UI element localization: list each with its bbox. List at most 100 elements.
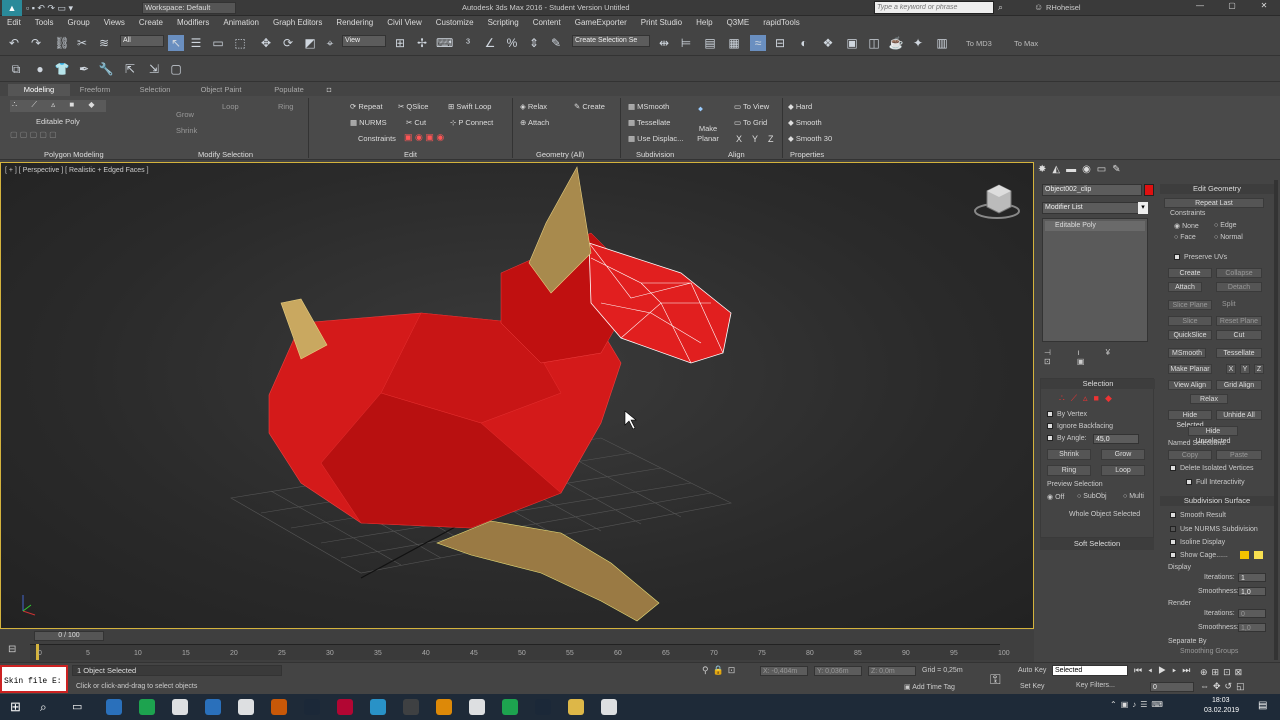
menu-edit[interactable]: Edit	[0, 16, 28, 30]
constraint-face-radio[interactable]: ○ Face	[1174, 234, 1196, 241]
to-md3-button[interactable]: To MD3	[966, 39, 992, 48]
cut-button[interactable]: ✂ Cut	[406, 118, 426, 127]
taskbar-app-icon[interactable]	[304, 699, 320, 715]
create-button[interactable]: Create	[1168, 268, 1212, 278]
smooth-result-checkbox[interactable]	[1170, 512, 1176, 518]
shrink-button[interactable]: Shrink	[1047, 449, 1091, 460]
schematic-view-icon[interactable]: ⊟	[772, 35, 788, 51]
activeshade-icon[interactable]: ✦	[910, 35, 926, 51]
make-planar-z-button[interactable]: Z	[1254, 364, 1264, 374]
make-planar-label[interactable]: Make Planar	[696, 124, 720, 144]
menu-help[interactable]: Help	[689, 16, 719, 30]
subobject-buttons[interactable]: ∴ ⟋ ▵ ■ ◆	[10, 100, 106, 112]
user-name[interactable]: RHoheisel	[1046, 3, 1081, 12]
snaps-toggle-icon[interactable]: ³	[460, 35, 476, 51]
named-selection-dropdown[interactable]: Create Selection Se	[572, 35, 650, 47]
edit-geometry-title[interactable]: Edit Geometry	[1160, 184, 1274, 194]
bind-spacewarp-icon[interactable]: ≋	[96, 35, 112, 51]
select-by-name-icon[interactable]: ☰	[188, 35, 204, 51]
angle-snap-icon[interactable]: ∠	[482, 35, 498, 51]
taskbar-app-icon[interactable]	[139, 699, 155, 715]
taskbar-app-icon[interactable]	[403, 699, 419, 715]
menu-modifiers[interactable]: Modifiers	[170, 16, 216, 30]
attach-button[interactable]: ⊕ Attach	[520, 118, 549, 127]
use-nurms-checkbox[interactable]	[1170, 526, 1176, 532]
menu-views[interactable]: Views	[97, 16, 132, 30]
menu-scripting[interactable]: Scripting	[481, 16, 526, 30]
footer-geometry-all[interactable]: Geometry (All)	[536, 150, 584, 159]
grow-button[interactable]: Grow	[1101, 449, 1145, 460]
modifier-stack[interactable]: Editable Poly	[1042, 218, 1148, 342]
relax-button[interactable]: ◈ Relax	[520, 102, 547, 111]
taskbar-app-icon[interactable]	[436, 699, 452, 715]
constraint-normal-radio[interactable]: ○ Normal	[1214, 234, 1243, 241]
footer-properties[interactable]: Properties	[790, 150, 824, 159]
attach-button[interactable]: Attach	[1168, 282, 1202, 292]
notifications-icon[interactable]: ▤	[1258, 700, 1267, 711]
render-production-icon[interactable]: ◫	[866, 35, 882, 51]
isoline-display-checkbox[interactable]	[1170, 539, 1176, 545]
preview-multi-radio[interactable]: ○ Multi	[1123, 493, 1144, 500]
layer-explorer-icon[interactable]: ▤	[702, 35, 718, 51]
tessellate-button[interactable]: ▦ Tessellate	[628, 118, 670, 127]
z-coordinate-field[interactable]: Z: 0,0m	[868, 666, 916, 676]
menu-create[interactable]: Create	[132, 16, 170, 30]
search-input[interactable]	[874, 1, 994, 14]
tab-modeling[interactable]: Modeling	[8, 84, 70, 96]
modifier-list-dropdown[interactable]: Modifier List	[1042, 202, 1146, 214]
to-grid-button[interactable]: ▭ To Grid	[734, 118, 767, 127]
align-icon[interactable]: ⊨	[678, 35, 694, 51]
key-mode-dropdown[interactable]: Selected	[1052, 665, 1128, 676]
hard-button[interactable]: ◆ Hard	[788, 102, 812, 111]
preview-subobj-radio[interactable]: ○ SubObj	[1077, 493, 1107, 500]
reset-plane-button[interactable]: Reset Plane	[1216, 316, 1262, 326]
search-icon[interactable]: ⌕	[998, 2, 1010, 14]
taskbar-app-icon[interactable]	[370, 699, 386, 715]
viewcube-icon[interactable]	[974, 184, 1020, 219]
pivot-center-icon[interactable]: ⊞	[392, 35, 408, 51]
subobject-level-icons[interactable]: ∴⟋▵■◆	[1059, 393, 1139, 405]
footer-edit[interactable]: Edit	[404, 150, 417, 159]
constraint-icons[interactable]: ▣ ◉ ▣ ◉	[404, 132, 474, 144]
by-angle-checkbox[interactable]	[1047, 435, 1053, 441]
maxscript-listener[interactable]: Skin file E:	[0, 665, 68, 693]
viewport-scene[interactable]	[1, 163, 1034, 629]
import-icon[interactable]: ⇲	[146, 61, 162, 77]
split-label[interactable]: Split	[1222, 301, 1236, 308]
wrench-icon[interactable]: 🔧	[98, 61, 114, 77]
menu-content[interactable]: Content	[526, 16, 568, 30]
ignore-backfacing-checkbox[interactable]	[1047, 423, 1053, 429]
hide-selected-button[interactable]: Hide Selected	[1168, 410, 1212, 429]
command-panel-tabs[interactable]: ✸◭▬◉▭✎	[1038, 164, 1156, 180]
move-icon[interactable]: ✥	[258, 35, 274, 51]
create-button[interactable]: ✎ Create	[574, 102, 605, 111]
paste-button[interactable]: Paste	[1216, 450, 1262, 460]
maximize-icon[interactable]: ▢	[1218, 1, 1246, 15]
object-color-swatch[interactable]	[1144, 184, 1154, 196]
show-cage-checkbox[interactable]	[1170, 552, 1176, 558]
copy-button[interactable]: Copy	[1168, 450, 1212, 460]
unlink-icon[interactable]: ✂	[74, 35, 90, 51]
view-align-button[interactable]: View Align	[1168, 380, 1212, 390]
msmooth-button[interactable]: ▦ MSmooth	[628, 102, 669, 111]
modifier-list-chevron-down-icon[interactable]: ▾	[1138, 202, 1148, 214]
task-view-icon[interactable]: ▭	[72, 699, 88, 715]
clock-time[interactable]: 18:03	[1212, 697, 1230, 704]
x-coordinate-field[interactable]: X: -0,404m	[760, 666, 808, 676]
relax-button[interactable]: Relax	[1190, 394, 1228, 404]
taskbar-app-icon[interactable]	[469, 699, 485, 715]
status-icons[interactable]: ⚲🔒⊡	[702, 665, 754, 677]
taskbar-app-icon[interactable]	[502, 699, 518, 715]
ribbon-options-icon[interactable]: ◘	[322, 84, 336, 96]
subdivision-surface-title[interactable]: Subdivision Surface	[1160, 496, 1274, 506]
toggle-ribbon-icon[interactable]: ▦	[726, 35, 742, 51]
swift-loop-button[interactable]: ⊞ Swift Loop	[448, 102, 491, 111]
menu-animation[interactable]: Animation	[216, 16, 266, 30]
stack-item-editable-poly[interactable]: Editable Poly	[1045, 221, 1145, 231]
grid-align-button[interactable]: Grid Align	[1216, 380, 1262, 390]
search-icon[interactable]: ⌕	[40, 699, 56, 715]
constraint-none-radio[interactable]: ◉ None	[1174, 222, 1199, 230]
menu-tools[interactable]: Tools	[28, 16, 61, 30]
viewport-nav-icons[interactable]: ⊕⊞⊡⊠ ⇔✥↺◱	[1200, 665, 1278, 693]
auto-key-button[interactable]: Auto Key	[1018, 667, 1046, 674]
